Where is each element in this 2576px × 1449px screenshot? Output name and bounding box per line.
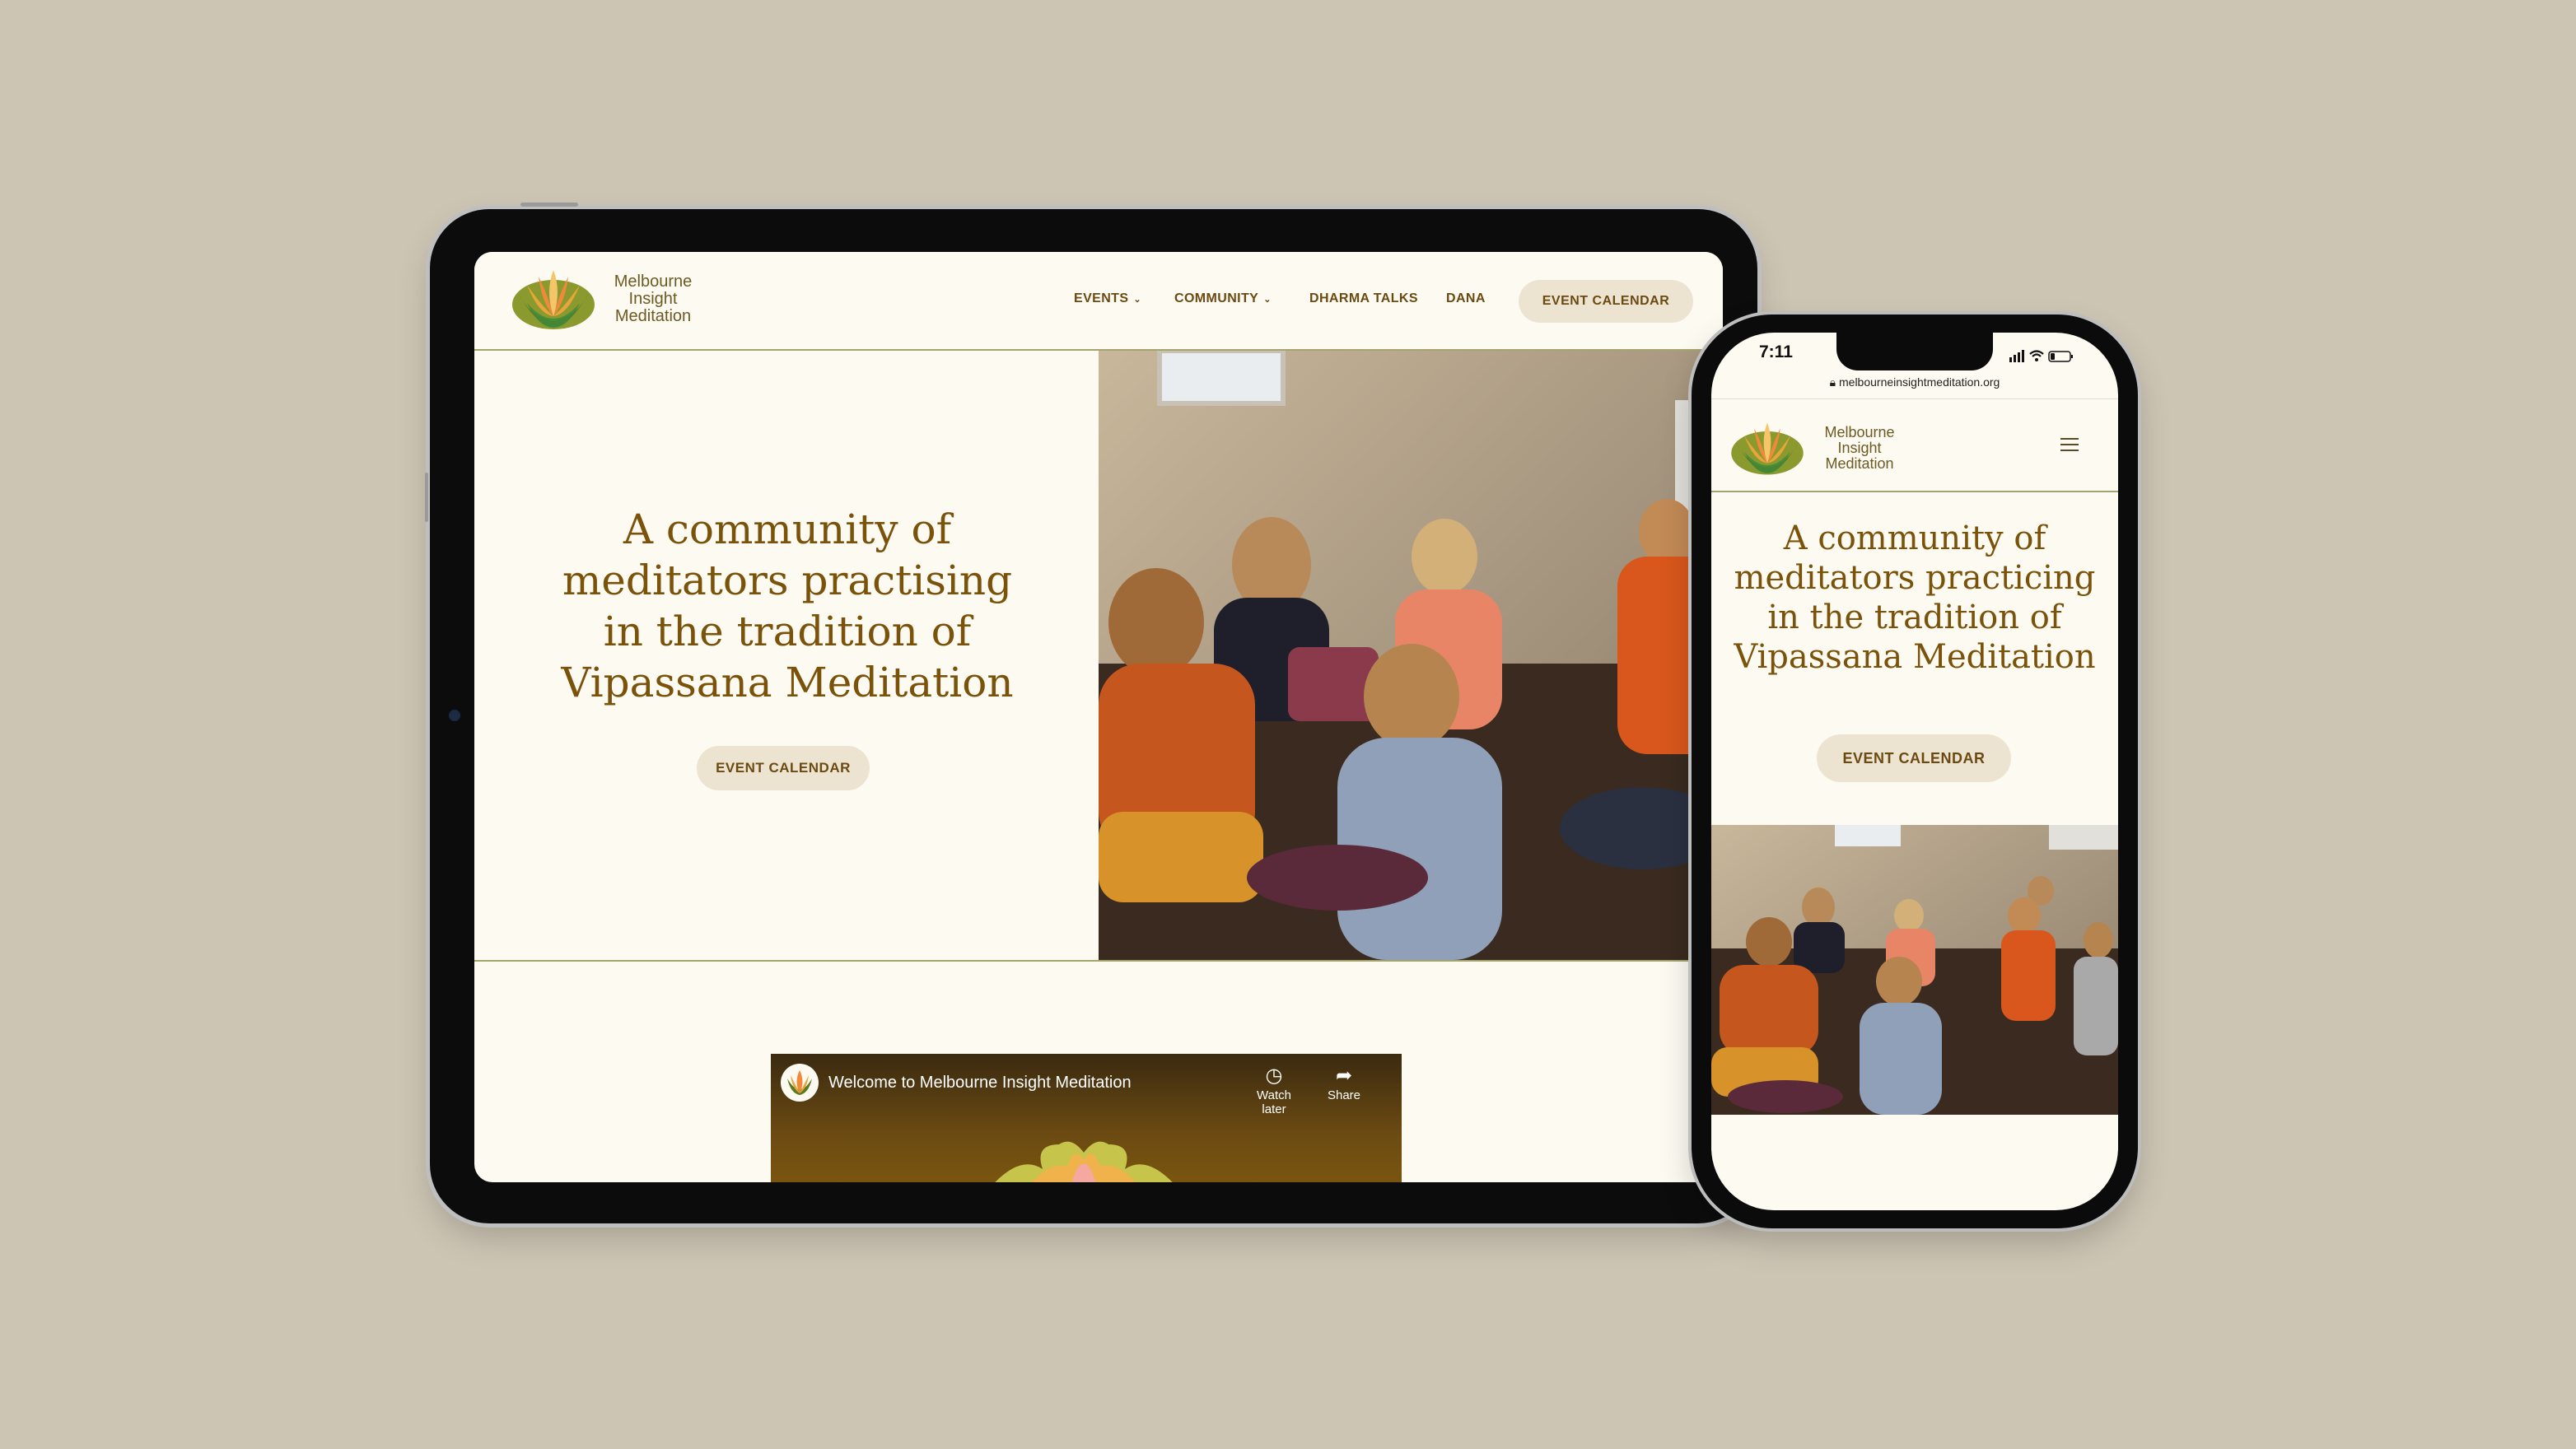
brand-name[interactable]: Melbourne Insight Meditation xyxy=(1812,424,1907,473)
tablet-camera xyxy=(449,710,460,721)
hero-photo xyxy=(1099,351,1723,960)
lotus-icon xyxy=(985,1136,1183,1182)
site-header: Melbourne Insight Meditation EVENTS ⌄ COM… xyxy=(474,252,1723,351)
hamburger-icon[interactable] xyxy=(2060,438,2079,453)
brand-line-2: Insight xyxy=(628,290,678,309)
nav-item-dharma-talks[interactable]: DHARMA TALKS xyxy=(1309,291,1418,306)
brand-line-1: Melbourne xyxy=(1824,424,1895,440)
hero-title-line: meditators practising xyxy=(562,557,1013,604)
tablet-side-button xyxy=(425,473,428,522)
hero-title-line: A community of xyxy=(623,506,952,553)
signal-icon xyxy=(2009,350,2024,362)
video-title[interactable]: Welcome to Melbourne Insight Meditation xyxy=(828,1074,1132,1093)
brand-name[interactable]: Melbourne Insight Meditation xyxy=(606,273,700,326)
url-bar[interactable]: 🔒︎ melbourneinsightmeditation.org xyxy=(1711,375,2118,389)
url-text: melbourneinsightmeditation.org xyxy=(1839,375,2000,389)
header-divider xyxy=(1711,491,2118,492)
chevron-down-icon: ⌄ xyxy=(1263,295,1272,305)
lock-icon: 🔒︎ xyxy=(1829,375,1839,389)
video-player[interactable]: Welcome to Melbourne Insight Meditation … xyxy=(771,1054,1402,1182)
share-label: Share xyxy=(1327,1088,1361,1102)
nav-item-dharma-talks-label: DHARMA TALKS xyxy=(1309,291,1418,305)
hero-title-line: Vipassana Meditation xyxy=(561,659,1014,706)
clock-icon: ◷ xyxy=(1265,1065,1283,1087)
brand-line-2: Insight xyxy=(1837,440,1882,457)
tablet-screen: Melbourne Insight Meditation EVENTS ⌄ COM… xyxy=(474,252,1723,1182)
lotus-icon[interactable] xyxy=(1729,420,1805,478)
share-icon: ➦ xyxy=(1335,1065,1353,1087)
channel-avatar[interactable] xyxy=(781,1064,819,1102)
status-icons xyxy=(2009,347,2075,364)
event-calendar-hero-button[interactable]: EVENT CALENDAR xyxy=(697,746,870,790)
brand-line-3: Meditation xyxy=(614,307,692,326)
watch-later-label: Watch later xyxy=(1257,1088,1291,1116)
nav-item-community-label: COMMUNITY xyxy=(1174,291,1259,305)
phone-notch xyxy=(1836,333,1993,370)
brand-line-1: Melbourne xyxy=(614,273,693,291)
hero-title-line: A community of xyxy=(1783,519,2046,557)
tablet-volume-button xyxy=(520,203,578,207)
hero-photo xyxy=(1711,825,2118,1115)
status-time: 7:11 xyxy=(1759,342,1793,361)
hero-title-line: meditators practicing xyxy=(1734,559,2096,597)
share-button[interactable]: ➦ Share xyxy=(1321,1064,1367,1102)
nav-item-community[interactable]: COMMUNITY ⌄ xyxy=(1174,291,1272,306)
brand-line-3: Meditation xyxy=(1825,455,1894,473)
hero-divider xyxy=(474,960,1099,962)
chevron-down-icon: ⌄ xyxy=(1133,295,1142,305)
hero-title: A community of meditators practising in … xyxy=(540,504,1034,708)
wifi-icon xyxy=(2029,350,2044,357)
battery-icon xyxy=(2048,351,2073,362)
hero-title-line: in the tradition of xyxy=(1767,599,2062,636)
nav-item-events-label: EVENTS xyxy=(1074,291,1129,305)
hero-title-line: Vipassana Meditation xyxy=(1734,638,2096,676)
nav-item-dana[interactable]: DANA xyxy=(1446,291,1486,306)
hero-title: A community of meditators practicing in … xyxy=(1720,519,2110,677)
hero-title-line: in the tradition of xyxy=(603,608,972,655)
nav-item-dana-label: DANA xyxy=(1446,291,1486,305)
nav-item-events[interactable]: EVENTS ⌄ xyxy=(1074,291,1141,306)
url-divider xyxy=(1711,398,2118,399)
hero-divider xyxy=(1099,960,1723,962)
watch-later-button[interactable]: ◷ Watch later xyxy=(1245,1064,1303,1116)
lotus-icon[interactable] xyxy=(511,267,596,333)
tablet-device: Melbourne Insight Meditation EVENTS ⌄ COM… xyxy=(425,203,1757,1223)
phone-screen: 7:11 🔒︎ melbourneinsightmeditation.org M… xyxy=(1711,333,2118,1210)
event-calendar-header-button[interactable]: EVENT CALENDAR xyxy=(1519,280,1693,323)
phone-device: 7:11 🔒︎ melbourneinsightmeditation.org M… xyxy=(1692,314,2138,1228)
event-calendar-hero-button[interactable]: EVENT CALENDAR xyxy=(1817,734,2011,782)
